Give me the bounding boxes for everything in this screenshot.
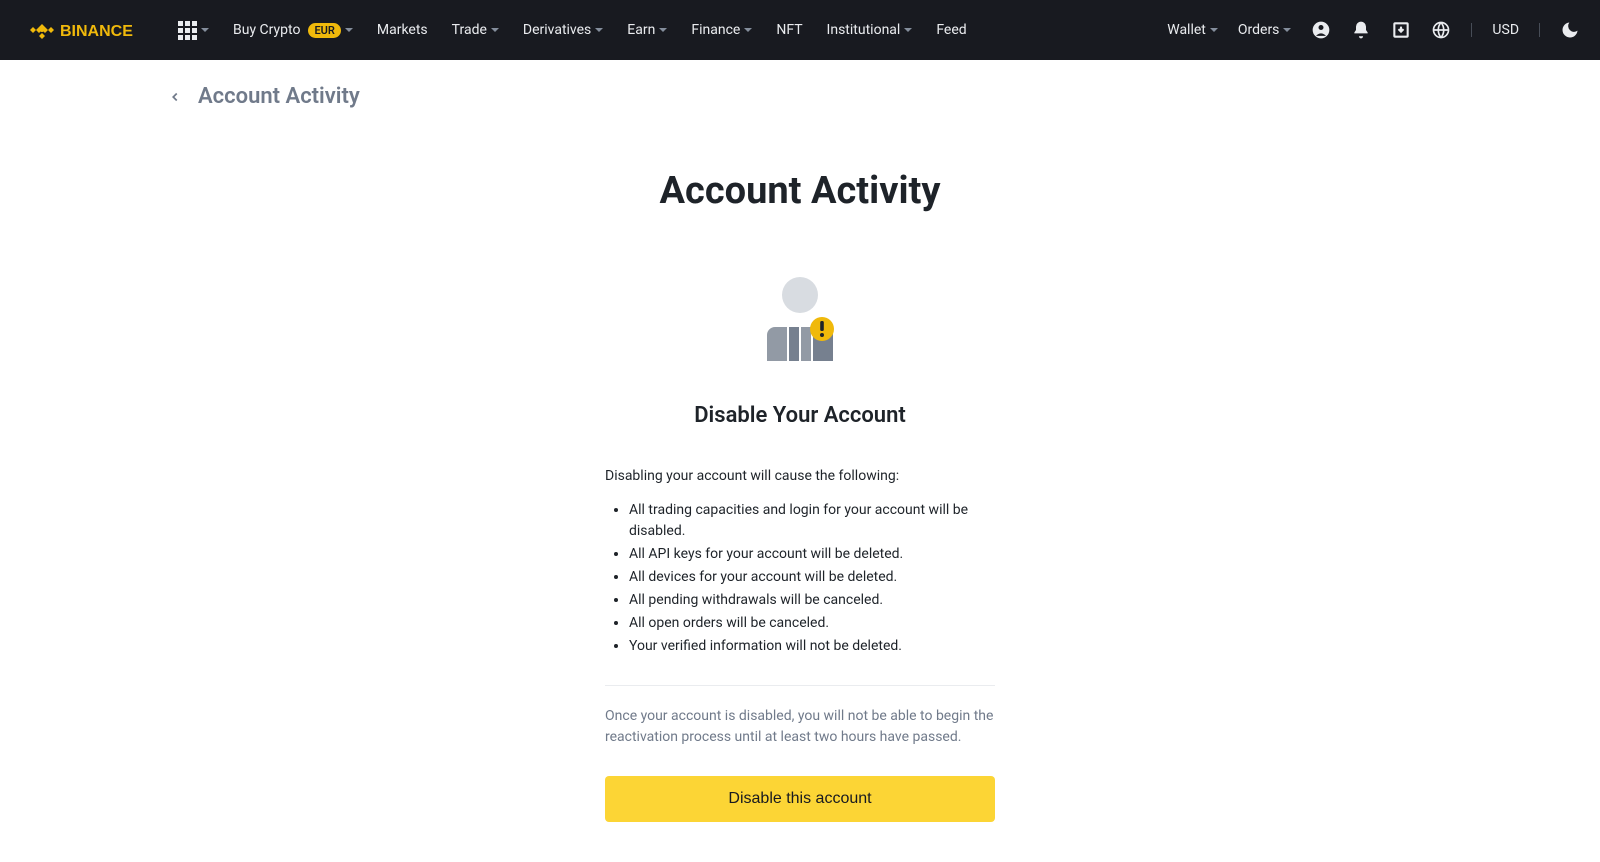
chevron-down-icon (904, 28, 912, 32)
nav-label: Wallet (1167, 22, 1206, 38)
chevron-down-icon (744, 28, 752, 32)
main-header: BINANCE Buy Crypto EUR Markets Trade Der… (0, 0, 1600, 60)
info-block: Disabling your account will cause the fo… (605, 468, 995, 822)
chevron-down-icon (345, 28, 353, 32)
apps-menu[interactable] (178, 21, 209, 40)
globe-icon[interactable] (1431, 20, 1451, 40)
list-item: All open orders will be canceled. (629, 613, 995, 634)
nav-markets[interactable]: Markets (377, 22, 428, 38)
nav-label: Orders (1238, 22, 1280, 38)
note-text: Once your account is disabled, you will … (605, 706, 995, 748)
nav-label: Markets (377, 22, 428, 38)
nav-earn[interactable]: Earn (627, 22, 667, 38)
chevron-down-icon (595, 28, 603, 32)
chevron-down-icon (491, 28, 499, 32)
nav-left: Buy Crypto EUR Markets Trade Derivatives… (178, 21, 967, 40)
download-icon[interactable] (1391, 20, 1411, 40)
divider (1539, 23, 1540, 37)
list-item: All API keys for your account will be de… (629, 544, 995, 565)
nav-finance[interactable]: Finance (691, 22, 752, 38)
list-item: All trading capacities and login for you… (629, 500, 995, 542)
chevron-down-icon (1210, 28, 1218, 32)
nav-label: Finance (691, 22, 740, 38)
nav-derivatives[interactable]: Derivatives (523, 22, 603, 38)
divider (605, 685, 995, 686)
nav-feed[interactable]: Feed (936, 22, 966, 38)
theme-icon[interactable] (1560, 20, 1580, 40)
nav-label: Feed (936, 22, 966, 38)
section-title: Disable Your Account (440, 403, 1160, 428)
brand-text: BINANCE (60, 23, 133, 40)
divider (1471, 23, 1472, 37)
nav-orders[interactable]: Orders (1238, 22, 1292, 38)
breadcrumb: Account Activity (0, 60, 1600, 109)
chevron-down-icon (659, 28, 667, 32)
list-item: Your verified information will not be de… (629, 636, 995, 657)
nav-label: Trade (452, 22, 487, 38)
account-icon[interactable] (1311, 20, 1331, 40)
nav-wallet[interactable]: Wallet (1167, 22, 1218, 38)
disable-account-button[interactable]: Disable this account (605, 776, 995, 822)
nav-trade[interactable]: Trade (452, 22, 499, 38)
list-item: All pending withdrawals will be canceled… (629, 590, 995, 611)
chevron-down-icon (201, 28, 209, 32)
nav-nft[interactable]: NFT (776, 22, 802, 38)
nav-label: Institutional (827, 22, 901, 38)
chevron-down-icon (1283, 28, 1291, 32)
bell-icon[interactable] (1351, 20, 1371, 40)
nav-buy-crypto[interactable]: Buy Crypto EUR (233, 22, 353, 38)
intro-text: Disabling your account will cause the fo… (605, 468, 995, 484)
nav-label: Earn (627, 22, 655, 38)
breadcrumb-title: Account Activity (198, 84, 360, 109)
grid-icon (178, 21, 197, 40)
back-button[interactable] (168, 90, 182, 104)
nav-label: NFT (776, 22, 802, 38)
main-content: Account Activity Disable Your Account Di… (420, 109, 1180, 862)
nav-label: Buy Crypto (233, 22, 300, 38)
currency-badge: EUR (308, 23, 340, 38)
nav-institutional[interactable]: Institutional (827, 22, 913, 38)
account-warning-illustration (755, 273, 845, 363)
currency-selector[interactable]: USD (1492, 22, 1519, 38)
consequences-list: All trading capacities and login for you… (605, 500, 995, 657)
page-title: Account Activity (440, 169, 1160, 213)
nav-right: Wallet Orders USD (1167, 20, 1580, 40)
list-item: All devices for your account will be del… (629, 567, 995, 588)
binance-logo[interactable]: BINANCE (20, 18, 160, 42)
nav-label: Derivatives (523, 22, 591, 38)
